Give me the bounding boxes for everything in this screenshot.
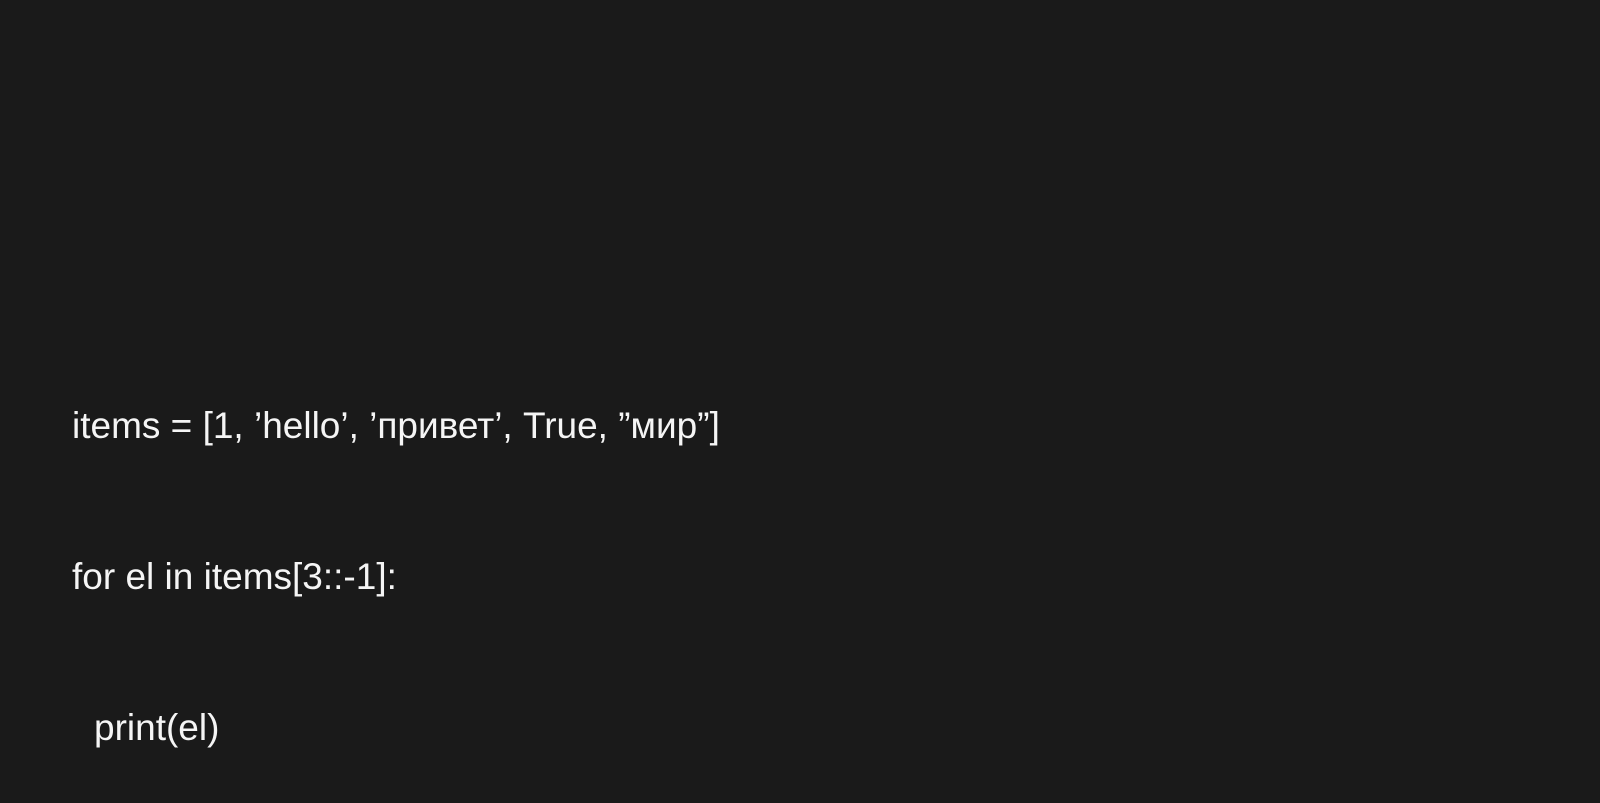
code-line-2: for el in items[3::-1]: bbox=[72, 552, 720, 602]
code-line-1: items = [1, ’hello’, ’привет’, True, ”ми… bbox=[72, 401, 720, 451]
code-line-3: print(el) bbox=[72, 703, 720, 753]
code-snippet: items = [1, ’hello’, ’привет’, True, ”ми… bbox=[72, 300, 720, 803]
